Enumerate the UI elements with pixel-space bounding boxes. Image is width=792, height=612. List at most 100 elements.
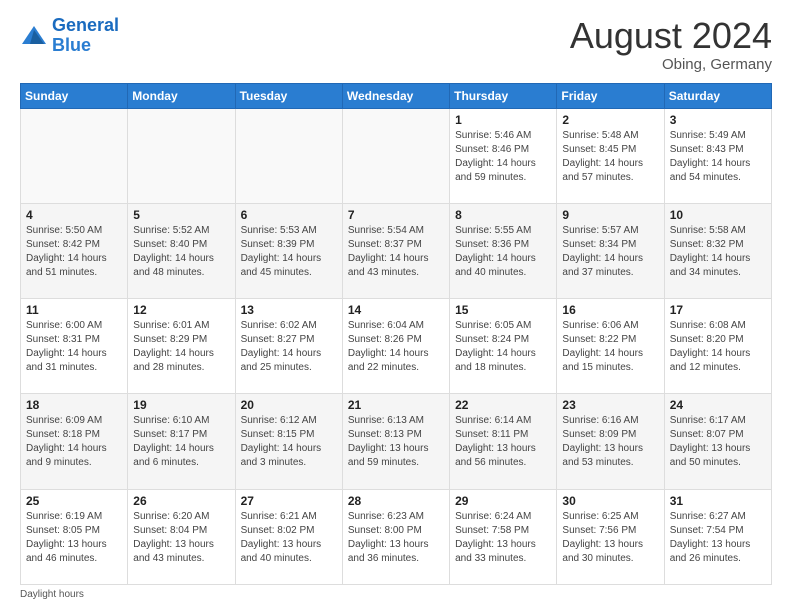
day-number: 6 bbox=[241, 208, 337, 222]
day-number: 16 bbox=[562, 303, 658, 317]
day-number: 19 bbox=[133, 398, 229, 412]
calendar-cell: 18Sunrise: 6:09 AM Sunset: 8:18 PM Dayli… bbox=[21, 394, 128, 489]
header: General Blue August 2024 Obing, Germany bbox=[20, 16, 772, 73]
day-info: Sunrise: 6:01 AM Sunset: 8:29 PM Dayligh… bbox=[133, 319, 229, 375]
day-number: 20 bbox=[241, 398, 337, 412]
day-info: Sunrise: 5:57 AM Sunset: 8:34 PM Dayligh… bbox=[562, 224, 658, 280]
calendar-week-row: 1Sunrise: 5:46 AM Sunset: 8:46 PM Daylig… bbox=[21, 108, 772, 203]
day-info: Sunrise: 5:58 AM Sunset: 8:32 PM Dayligh… bbox=[670, 224, 766, 280]
day-number: 21 bbox=[348, 398, 444, 412]
day-info: Sunrise: 6:04 AM Sunset: 8:26 PM Dayligh… bbox=[348, 319, 444, 375]
calendar-cell: 29Sunrise: 6:24 AM Sunset: 7:58 PM Dayli… bbox=[450, 489, 557, 584]
calendar-cell: 7Sunrise: 5:54 AM Sunset: 8:37 PM Daylig… bbox=[342, 203, 449, 298]
calendar-cell: 5 Sunrise: 5:52 AM Sunset: 8:40 PM Daylig… bbox=[128, 203, 235, 298]
calendar-cell bbox=[128, 108, 235, 203]
day-info: Sunrise: 6:00 AM Sunset: 8:31 PM Dayligh… bbox=[26, 319, 122, 375]
day-number: 11 bbox=[26, 303, 122, 317]
calendar-day-header: Saturday bbox=[664, 83, 771, 108]
calendar-cell: 25 Sunrise: 6:19 AM Sunset: 8:05 PM Dayli… bbox=[21, 489, 128, 584]
calendar-cell: 17 Sunrise: 6:08 AM Sunset: 8:20 PM Dayli… bbox=[664, 299, 771, 394]
calendar-day-header: Tuesday bbox=[235, 83, 342, 108]
calendar-day-header: Monday bbox=[128, 83, 235, 108]
day-number: 14 bbox=[348, 303, 444, 317]
calendar-week-row: 11 Sunrise: 6:00 AM Sunset: 8:31 PM Dayli… bbox=[21, 299, 772, 394]
day-info: Sunrise: 6:27 AM Sunset: 7:54 PM Dayligh… bbox=[670, 510, 766, 566]
page: General Blue August 2024 Obing, Germany … bbox=[0, 0, 792, 612]
day-info: Sunrise: 6:09 AM Sunset: 8:18 PM Dayligh… bbox=[26, 414, 122, 470]
calendar-day-header: Thursday bbox=[450, 83, 557, 108]
calendar-header-row: SundayMondayTuesdayWednesdayThursdayFrid… bbox=[21, 83, 772, 108]
logo-icon bbox=[20, 22, 48, 50]
calendar-cell: 31 Sunrise: 6:27 AM Sunset: 7:54 PM Dayli… bbox=[664, 489, 771, 584]
logo: General Blue bbox=[20, 16, 119, 56]
day-info: Sunrise: 6:20 AM Sunset: 8:04 PM Dayligh… bbox=[133, 510, 229, 566]
day-info: Sunrise: 5:49 AM Sunset: 8:43 PM Dayligh… bbox=[670, 129, 766, 185]
calendar-cell: 14 Sunrise: 6:04 AM Sunset: 8:26 PM Dayli… bbox=[342, 299, 449, 394]
footer-note: Daylight hours bbox=[20, 589, 772, 600]
calendar-cell: 8Sunrise: 5:55 AM Sunset: 8:36 PM Daylig… bbox=[450, 203, 557, 298]
calendar-cell: 20 Sunrise: 6:12 AM Sunset: 8:15 PM Dayli… bbox=[235, 394, 342, 489]
day-number: 4 bbox=[26, 208, 122, 222]
day-info: Sunrise: 6:13 AM Sunset: 8:13 PM Dayligh… bbox=[348, 414, 444, 470]
calendar-cell: 4Sunrise: 5:50 AM Sunset: 8:42 PM Daylig… bbox=[21, 203, 128, 298]
calendar-cell: 27 Sunrise: 6:21 AM Sunset: 8:02 PM Dayli… bbox=[235, 489, 342, 584]
calendar-cell: 23Sunrise: 6:16 AM Sunset: 8:09 PM Dayli… bbox=[557, 394, 664, 489]
logo-blue: Blue bbox=[52, 35, 91, 55]
calendar-cell: 13 Sunrise: 6:02 AM Sunset: 8:27 PM Dayli… bbox=[235, 299, 342, 394]
calendar-cell: 16Sunrise: 6:06 AM Sunset: 8:22 PM Dayli… bbox=[557, 299, 664, 394]
day-number: 3 bbox=[670, 113, 766, 127]
calendar-cell bbox=[21, 108, 128, 203]
calendar-cell: 21 Sunrise: 6:13 AM Sunset: 8:13 PM Dayli… bbox=[342, 394, 449, 489]
calendar-cell: 11 Sunrise: 6:00 AM Sunset: 8:31 PM Dayli… bbox=[21, 299, 128, 394]
day-info: Sunrise: 5:48 AM Sunset: 8:45 PM Dayligh… bbox=[562, 129, 658, 185]
calendar-cell: 24Sunrise: 6:17 AM Sunset: 8:07 PM Dayli… bbox=[664, 394, 771, 489]
calendar-cell: 1Sunrise: 5:46 AM Sunset: 8:46 PM Daylig… bbox=[450, 108, 557, 203]
calendar-cell: 30Sunrise: 6:25 AM Sunset: 7:56 PM Dayli… bbox=[557, 489, 664, 584]
day-number: 26 bbox=[133, 494, 229, 508]
calendar-cell: 3 Sunrise: 5:49 AM Sunset: 8:43 PM Daylig… bbox=[664, 108, 771, 203]
day-number: 13 bbox=[241, 303, 337, 317]
day-number: 28 bbox=[348, 494, 444, 508]
day-number: 12 bbox=[133, 303, 229, 317]
calendar-cell bbox=[342, 108, 449, 203]
logo-general: General bbox=[52, 15, 119, 35]
calendar-cell: 10Sunrise: 5:58 AM Sunset: 8:32 PM Dayli… bbox=[664, 203, 771, 298]
day-info: Sunrise: 5:54 AM Sunset: 8:37 PM Dayligh… bbox=[348, 224, 444, 280]
day-number: 2 bbox=[562, 113, 658, 127]
calendar-cell: 19Sunrise: 6:10 AM Sunset: 8:17 PM Dayli… bbox=[128, 394, 235, 489]
day-info: Sunrise: 6:19 AM Sunset: 8:05 PM Dayligh… bbox=[26, 510, 122, 566]
day-number: 30 bbox=[562, 494, 658, 508]
location: Obing, Germany bbox=[570, 56, 772, 73]
day-info: Sunrise: 6:21 AM Sunset: 8:02 PM Dayligh… bbox=[241, 510, 337, 566]
day-number: 31 bbox=[670, 494, 766, 508]
calendar-cell: 15Sunrise: 6:05 AM Sunset: 8:24 PM Dayli… bbox=[450, 299, 557, 394]
calendar-day-header: Wednesday bbox=[342, 83, 449, 108]
calendar-cell: 12 Sunrise: 6:01 AM Sunset: 8:29 PM Dayli… bbox=[128, 299, 235, 394]
day-info: Sunrise: 6:02 AM Sunset: 8:27 PM Dayligh… bbox=[241, 319, 337, 375]
calendar-cell: 2 Sunrise: 5:48 AM Sunset: 8:45 PM Daylig… bbox=[557, 108, 664, 203]
calendar-cell bbox=[235, 108, 342, 203]
day-info: Sunrise: 6:05 AM Sunset: 8:24 PM Dayligh… bbox=[455, 319, 551, 375]
day-info: Sunrise: 6:08 AM Sunset: 8:20 PM Dayligh… bbox=[670, 319, 766, 375]
day-info: Sunrise: 6:23 AM Sunset: 8:00 PM Dayligh… bbox=[348, 510, 444, 566]
calendar-cell: 28 Sunrise: 6:23 AM Sunset: 8:00 PM Dayli… bbox=[342, 489, 449, 584]
calendar-week-row: 25 Sunrise: 6:19 AM Sunset: 8:05 PM Dayli… bbox=[21, 489, 772, 584]
day-number: 17 bbox=[670, 303, 766, 317]
day-info: Sunrise: 5:52 AM Sunset: 8:40 PM Dayligh… bbox=[133, 224, 229, 280]
calendar-week-row: 18Sunrise: 6:09 AM Sunset: 8:18 PM Dayli… bbox=[21, 394, 772, 489]
day-number: 22 bbox=[455, 398, 551, 412]
day-info: Sunrise: 6:12 AM Sunset: 8:15 PM Dayligh… bbox=[241, 414, 337, 470]
calendar-week-row: 4Sunrise: 5:50 AM Sunset: 8:42 PM Daylig… bbox=[21, 203, 772, 298]
day-info: Sunrise: 5:53 AM Sunset: 8:39 PM Dayligh… bbox=[241, 224, 337, 280]
day-number: 25 bbox=[26, 494, 122, 508]
day-number: 5 bbox=[133, 208, 229, 222]
day-info: Sunrise: 6:14 AM Sunset: 8:11 PM Dayligh… bbox=[455, 414, 551, 470]
calendar-cell: 6 Sunrise: 5:53 AM Sunset: 8:39 PM Daylig… bbox=[235, 203, 342, 298]
day-info: Sunrise: 6:17 AM Sunset: 8:07 PM Dayligh… bbox=[670, 414, 766, 470]
day-number: 29 bbox=[455, 494, 551, 508]
day-number: 27 bbox=[241, 494, 337, 508]
day-info: Sunrise: 5:46 AM Sunset: 8:46 PM Dayligh… bbox=[455, 129, 551, 185]
calendar-day-header: Sunday bbox=[21, 83, 128, 108]
month-year: August 2024 bbox=[570, 16, 772, 56]
calendar-cell: 22 Sunrise: 6:14 AM Sunset: 8:11 PM Dayli… bbox=[450, 394, 557, 489]
